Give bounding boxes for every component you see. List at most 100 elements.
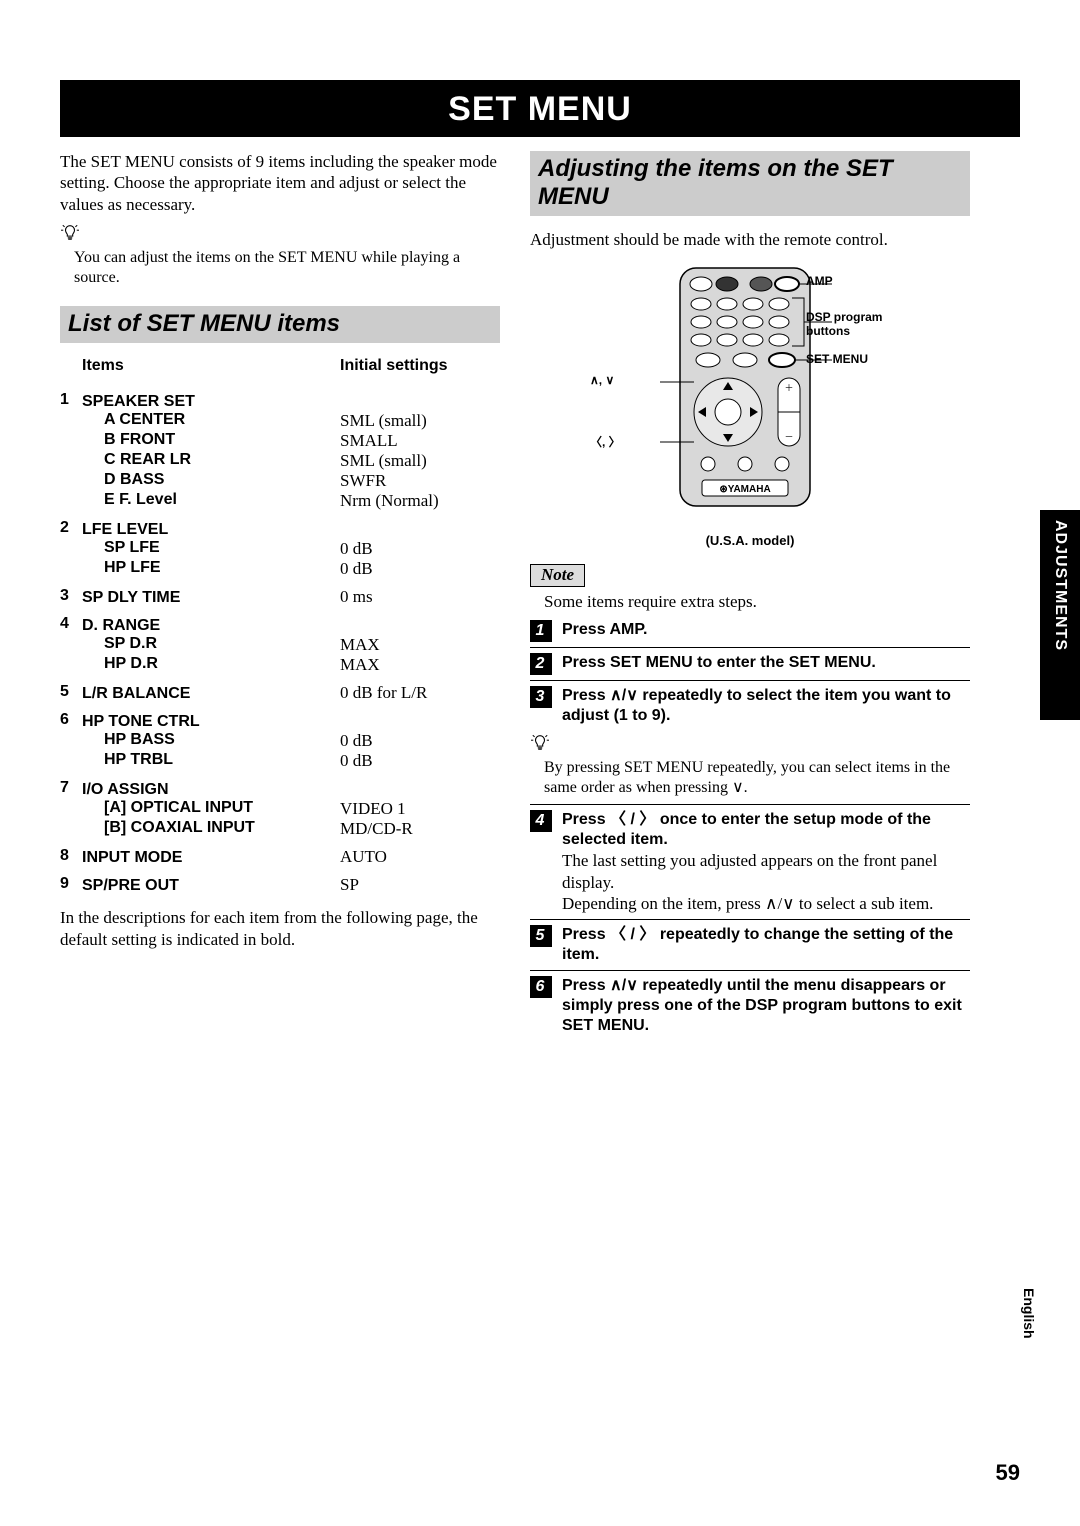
subitem-value-cell: MAX [340,655,500,675]
table-row: 6HP TONE CTRL [60,703,500,731]
table-row: C REAR LRSML (small) [60,451,500,471]
item-name: L/R BALANCE [82,685,190,702]
item-name: HP TONE CTRL [82,713,200,730]
item-value-cell: 0 dB for L/R [340,675,500,703]
remote-label-updown: ∧, ∨ [590,373,614,387]
table-row: SP D.RMAX [60,635,500,655]
intro-text: The SET MENU consists of 9 items includi… [60,151,500,215]
step-instruction: Press AMP. [562,620,970,640]
note-label: Note [530,564,585,587]
subitem-value: MAX [340,655,380,674]
table-row: 4D. RANGE [60,607,500,635]
remote-illustration: ＋ － ⊛YAMAHA AMP [530,260,970,548]
item-name-cell: LFE LEVEL [82,511,340,539]
table-row: SP LFE0 dB [60,539,500,559]
item-name-cell: L/R BALANCE [82,675,340,703]
svg-text:－: － [784,432,793,442]
item-name-cell: SP DLY TIME [82,579,340,607]
table-row: D BASSSWFR [60,471,500,491]
item-number: 6 [60,703,82,731]
item-name: SPEAKER SET [82,393,195,410]
subitem-name: D BASS [82,471,340,489]
tip-text: You can adjust the items on the SET MENU… [74,248,500,288]
page-title-bar: SET MENU [60,80,1020,137]
svg-text:＋: ＋ [784,383,793,393]
item-value: AUTO [340,847,387,866]
step-instruction: Press ∧/∨ repeatedly until the menu disa… [562,976,970,1036]
step-body: Press AMP. [562,620,970,640]
subitem-value: MAX [340,635,380,654]
step-instruction: Press SET MENU to enter the SET MENU. [562,653,970,673]
left-section-heading: List of SET MENU items [60,306,500,344]
side-tab-label: ADJUSTMENTS [1051,520,1069,651]
subitem-name: A CENTER [82,411,340,429]
side-lang-label: English [1021,1288,1037,1339]
right-heading-text: Adjusting the items on the SET MENU [538,155,893,210]
left-heading-text: List of SET MENU items [68,310,340,337]
subitem-value-cell: 0 dB [340,559,500,579]
item-name: INPUT MODE [82,849,182,866]
item-name-cell: I/O ASSIGN [82,771,340,799]
step: 1Press AMP. [530,618,970,647]
step-number: 2 [530,653,552,675]
item-value: 0 dB for L/R [340,683,427,702]
subitem-value: 0 dB [340,539,373,558]
subitem-value-cell: 0 dB [340,751,500,771]
item-value-cell [340,383,500,411]
item-number: 3 [60,579,82,607]
item-value-cell: AUTO [340,839,500,867]
col-header-initial: Initial settings [340,357,500,383]
remote-label-leftright: 〈, 〉 [590,433,621,450]
subitem-name-cell: [A] OPTICAL INPUT [82,799,340,819]
subitem-name-cell: D BASS [82,471,340,491]
step-number: 5 [530,925,552,947]
item-value-cell [340,771,500,799]
item-number: 4 [60,607,82,635]
table-row: 3SP DLY TIME0 ms [60,579,500,607]
item-name-cell: HP TONE CTRL [82,703,340,731]
table-row: [A] OPTICAL INPUTVIDEO 1 [60,799,500,819]
table-row: [B] COAXIAL INPUTMD/CD-R [60,819,500,839]
subitem-value-cell: 0 dB [340,539,500,559]
subitem-name-cell: HP D.R [82,655,340,675]
step-body: Press ∧/∨ repeatedly to select the item … [562,686,970,726]
step-tip-text: By pressing SET MENU repeatedly, you can… [544,758,970,798]
step-instruction: Press ∧/∨ repeatedly to select the item … [562,686,970,726]
subitem-value: SML (small) [340,411,427,430]
table-row: E F. LevelNrm (Normal) [60,491,500,511]
subitem-value-cell: MD/CD-R [340,819,500,839]
remote-caption: (U.S.A. model) [530,533,970,548]
item-name: LFE LEVEL [82,521,168,538]
subitem-name-cell: SP LFE [82,539,340,559]
note-text: Some items require extra steps. [544,591,970,612]
item-value-cell: 0 ms [340,579,500,607]
step: 5 Press 〈 / 〉 repeatedly to change the se… [530,919,970,970]
step-body: Press 〈 / 〉 repeatedly to change the set… [562,925,970,965]
step: 6Press ∧/∨ repeatedly until the menu dis… [530,970,970,1041]
subitem-value: MD/CD-R [340,819,413,838]
subitem-name-cell: E F. Level [82,491,340,511]
item-name-cell: SP/PRE OUT [82,867,340,895]
item-name: SP/PRE OUT [82,877,179,894]
subitem-name-cell: [B] COAXIAL INPUT [82,819,340,839]
table-row: HP D.RMAX [60,655,500,675]
left-column: The SET MENU consists of 9 items includi… [60,151,500,1041]
step-number: 3 [530,686,552,708]
tip-icon [530,733,550,756]
table-row: HP LFE0 dB [60,559,500,579]
subitem-value: VIDEO 1 [340,799,406,818]
step: 4Press 〈 / 〉 once to enter the setup mod… [530,804,970,919]
table-row: 5L/R BALANCE0 dB for L/R [60,675,500,703]
remote-label-amp: AMP [806,274,833,288]
item-number: 1 [60,383,82,411]
note-label-text: Note [541,565,574,584]
table-row: HP TRBL0 dB [60,751,500,771]
subitem-name: [A] OPTICAL INPUT [82,799,340,817]
right-section-heading: Adjusting the items on the SET MENU [530,151,970,216]
subitem-name: C REAR LR [82,451,340,469]
subitem-value: 0 dB [340,559,373,578]
subitem-value-cell: SWFR [340,471,500,491]
item-name-cell: D. RANGE [82,607,340,635]
subitem-name: HP BASS [82,731,340,749]
step-instruction: Press 〈 / 〉 repeatedly to change the set… [562,925,970,965]
